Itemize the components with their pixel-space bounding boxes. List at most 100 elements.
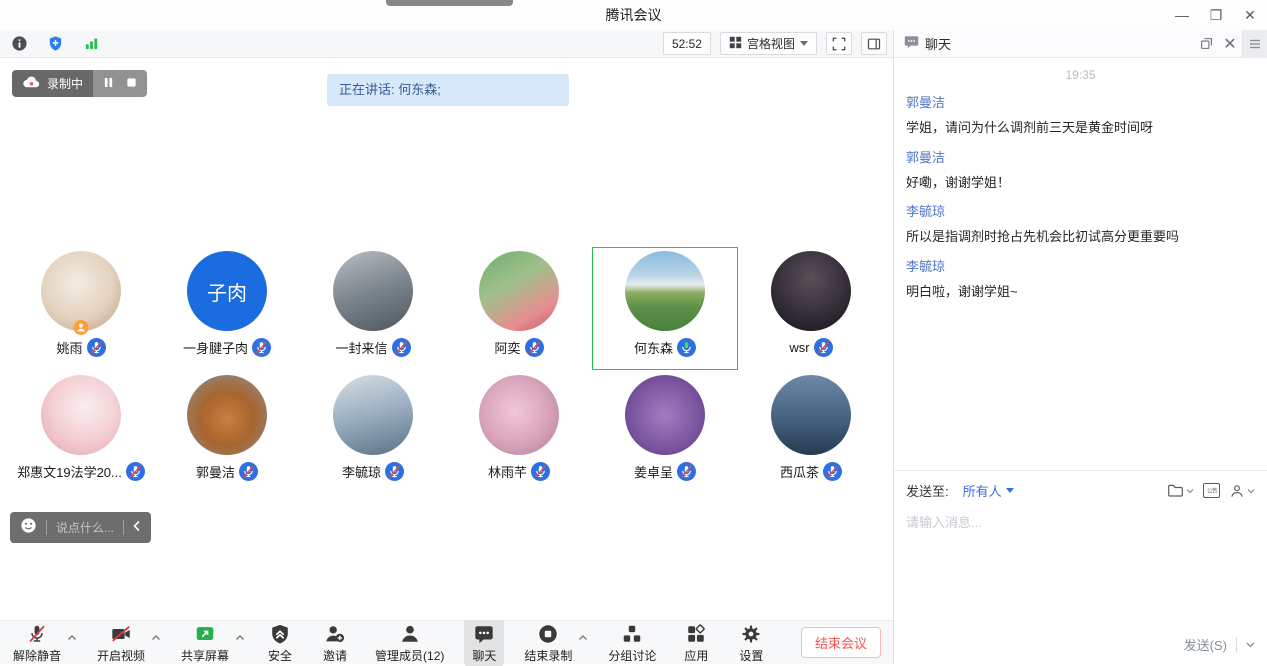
toolbar-share-screen-button[interactable]: 共享屏幕 bbox=[176, 620, 234, 666]
message-input[interactable]: 请输入消息... bbox=[906, 512, 1255, 531]
participant-tile[interactable]: 西瓜茶 bbox=[738, 371, 884, 494]
send-to-label: 发送至: bbox=[906, 481, 949, 500]
chevron-up-icon[interactable] bbox=[151, 628, 161, 646]
member-select-button[interactable] bbox=[1229, 483, 1255, 499]
send-options-chevron-icon[interactable] bbox=[1246, 642, 1255, 648]
avatar bbox=[479, 251, 559, 331]
participant-tile[interactable]: 姜卓呈 bbox=[592, 371, 738, 494]
toolbar-members-button[interactable]: 管理成员(12) bbox=[370, 620, 449, 666]
end-meeting-button[interactable]: 结束会议 bbox=[801, 627, 881, 658]
toolbar-chat-button[interactable]: 聊天 bbox=[464, 620, 504, 666]
avatar: 子肉 bbox=[187, 251, 267, 331]
caption-bar[interactable]: 说点什么... bbox=[10, 512, 151, 543]
avatar bbox=[479, 375, 559, 455]
chevron-down-icon bbox=[800, 41, 808, 46]
toolbar-mic-off-button[interactable]: 解除静音 bbox=[8, 620, 66, 666]
announcement-button[interactable]: 公告 bbox=[1203, 483, 1220, 498]
mic-active-icon bbox=[677, 338, 696, 357]
view-mode-dropdown[interactable]: 宫格视图 bbox=[720, 32, 817, 55]
participant-name: 林雨芊 bbox=[488, 462, 527, 481]
toolbar-apps-button[interactable]: 应用 bbox=[676, 620, 716, 666]
chevron-down-icon bbox=[1247, 488, 1255, 494]
minimize-button[interactable]: — bbox=[1165, 0, 1199, 30]
participant-tile[interactable]: 林雨芊 bbox=[446, 371, 592, 494]
stop-record-icon bbox=[537, 623, 559, 645]
chat-sender[interactable]: 郭曼洁 bbox=[906, 92, 1255, 111]
chat-message-text: 明白啦，谢谢学姐~ bbox=[906, 283, 1255, 301]
invite-icon bbox=[324, 623, 346, 645]
participant-tile[interactable]: 阿奕 bbox=[446, 247, 592, 370]
send-button[interactable]: 发送(S) bbox=[1184, 635, 1227, 654]
toolbar-breakout-button[interactable]: 分组讨论 bbox=[603, 620, 661, 666]
avatar bbox=[187, 375, 267, 455]
close-button[interactable]: ✕ bbox=[1233, 0, 1267, 30]
stop-recording-icon[interactable] bbox=[126, 75, 137, 93]
participant-tile[interactable]: 一封来信 bbox=[300, 247, 446, 370]
collapse-left-icon[interactable] bbox=[133, 519, 141, 537]
toolbar-shield-button[interactable]: 安全 bbox=[260, 620, 300, 666]
chevron-up-icon[interactable] bbox=[67, 628, 77, 646]
mic-muted-icon bbox=[252, 338, 271, 357]
toolbar-stop-record-button[interactable]: 结束录制 bbox=[519, 620, 577, 666]
toolbar-label: 管理成员(12) bbox=[375, 647, 444, 664]
mic-muted-icon bbox=[525, 338, 544, 357]
participant-tile[interactable]: 郑惠文19法学20... bbox=[8, 371, 154, 494]
avatar bbox=[41, 375, 121, 455]
settings-icon bbox=[740, 623, 762, 645]
chevron-up-icon[interactable] bbox=[578, 628, 588, 646]
send-file-button[interactable] bbox=[1167, 482, 1194, 499]
participant-name: 阿奕 bbox=[494, 338, 520, 357]
apps-icon bbox=[685, 623, 707, 645]
network-quality-icon[interactable] bbox=[78, 33, 104, 55]
toolbar-invite-button[interactable]: 邀请 bbox=[315, 620, 355, 666]
mic-off-icon bbox=[26, 623, 48, 645]
chevron-down-icon bbox=[1006, 488, 1014, 493]
chat-sender[interactable]: 李毓琼 bbox=[906, 256, 1255, 275]
participant-name: 西瓜茶 bbox=[780, 462, 819, 481]
camera-off-icon bbox=[110, 623, 132, 645]
avatar bbox=[625, 375, 705, 455]
toolbar-settings-button[interactable]: 设置 bbox=[731, 620, 771, 666]
participant-name: 一身腱子肉 bbox=[183, 338, 248, 357]
avatar bbox=[771, 251, 851, 331]
popout-panel-icon[interactable] bbox=[1194, 30, 1218, 58]
recording-indicator: 录制中 bbox=[12, 70, 147, 97]
restore-button[interactable]: ❐ bbox=[1199, 0, 1233, 30]
layout-panel-button[interactable] bbox=[861, 32, 887, 55]
chat-sender[interactable]: 郭曼洁 bbox=[906, 147, 1255, 166]
window-title: 腾讯会议 bbox=[0, 0, 1267, 30]
participant-tile[interactable]: 李毓琼 bbox=[300, 371, 446, 494]
chat-sender[interactable]: 李毓琼 bbox=[906, 201, 1255, 220]
close-chat-icon[interactable]: ✕ bbox=[1218, 30, 1242, 58]
send-to-dropdown[interactable]: 所有人 bbox=[963, 481, 1014, 500]
info-icon[interactable] bbox=[6, 33, 32, 55]
chat-message-text: 所以是指调剂时抢占先机会比初试高分更重要吗 bbox=[906, 228, 1255, 246]
profile-badge-icon bbox=[74, 320, 89, 335]
participant-name: wsr bbox=[789, 340, 809, 355]
participant-tile[interactable]: 子肉一身腱子肉 bbox=[154, 247, 300, 370]
speaking-banner: 正在讲话: 何东森; bbox=[327, 74, 569, 106]
pause-recording-icon[interactable] bbox=[103, 75, 114, 93]
participant-tile[interactable]: wsr bbox=[738, 247, 884, 370]
fullscreen-button[interactable] bbox=[826, 32, 852, 55]
chevron-up-icon[interactable] bbox=[235, 628, 245, 646]
caption-placeholder[interactable]: 说点什么... bbox=[56, 519, 114, 536]
toolbar-camera-off-button[interactable]: 开启视频 bbox=[92, 620, 150, 666]
participant-name: 郑惠文19法学20... bbox=[17, 462, 122, 481]
meeting-timer: 52:52 bbox=[663, 32, 711, 55]
bottom-toolbar: 解除静音开启视频 共享屏幕安全邀请 管理成员(12) 聊天结束录制分组讨论应用设置 结… bbox=[0, 620, 893, 664]
toolbar-label: 邀请 bbox=[323, 647, 347, 664]
mic-muted-icon bbox=[531, 462, 550, 481]
avatar bbox=[625, 251, 705, 331]
mic-muted-icon bbox=[392, 338, 411, 357]
breakout-icon bbox=[621, 623, 643, 645]
emoji-smiley-icon[interactable] bbox=[20, 517, 37, 539]
participant-tile[interactable]: 姚雨 bbox=[8, 247, 154, 370]
mic-muted-icon bbox=[126, 462, 145, 481]
toolbar-label: 开启视频 bbox=[97, 647, 145, 664]
participant-tile[interactable]: 何东森 bbox=[592, 247, 738, 370]
security-shield-icon[interactable] bbox=[42, 33, 68, 55]
panel-menu-icon[interactable] bbox=[1243, 30, 1267, 58]
mic-muted-icon bbox=[239, 462, 258, 481]
participant-tile[interactable]: 郭曼洁 bbox=[154, 371, 300, 494]
